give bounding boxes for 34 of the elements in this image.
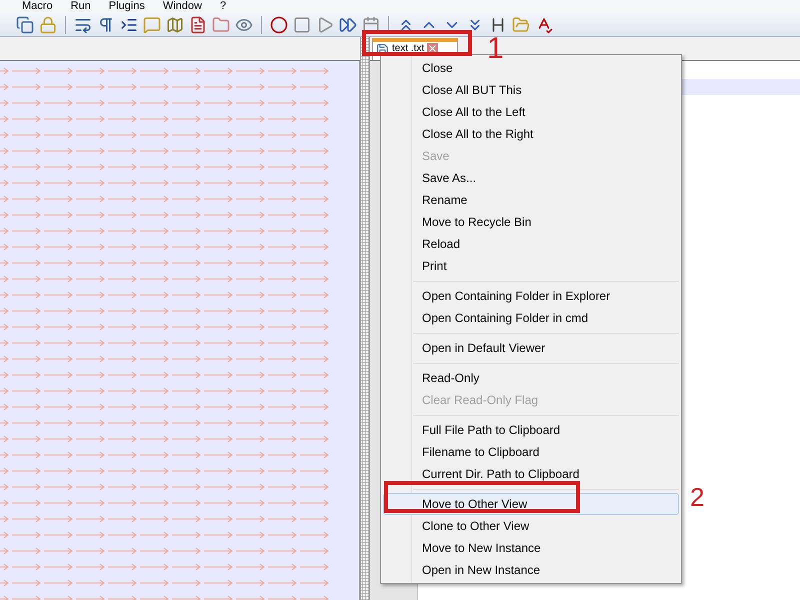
context-menu-item[interactable]: Read-Only: [383, 367, 679, 389]
fast-forward-icon[interactable]: [339, 16, 357, 34]
record-icon[interactable]: [270, 16, 288, 34]
window-copy-icon[interactable]: [16, 16, 34, 34]
context-menu-item[interactable]: Open in New Instance: [383, 559, 679, 581]
context-menu-item[interactable]: Close All BUT This: [383, 79, 679, 101]
context-menu-item[interactable]: Open Containing Folder in Explorer: [383, 285, 679, 307]
context-menu-item[interactable]: Open Containing Folder in cmd: [383, 307, 679, 329]
annotation-number: 2: [690, 484, 704, 510]
play-icon[interactable]: [316, 16, 334, 34]
folder-icon[interactable]: [212, 16, 230, 34]
context-menu-item[interactable]: Full File Path to Clipboard: [383, 419, 679, 441]
context-menu-item[interactable]: Save As...: [383, 167, 679, 189]
context-menu-item[interactable]: Move to Recycle Bin: [383, 211, 679, 233]
map-icon[interactable]: [166, 16, 184, 34]
context-menu-item[interactable]: Print: [383, 255, 679, 277]
context-menu-item[interactable]: Close All to the Left: [383, 101, 679, 123]
context-menu-item[interactable]: Current Dir. Path to Clipboard: [383, 463, 679, 485]
menu-item[interactable]: ?: [220, 1, 226, 12]
context-menu-item[interactable]: Reload: [383, 233, 679, 255]
menu-item[interactable]: Window: [162, 1, 202, 12]
context-menu-item[interactable]: Open in Default Viewer: [383, 337, 679, 359]
menu-item[interactable]: Macro: [22, 1, 53, 12]
context-menu-item[interactable]: Filename to Clipboard: [383, 441, 679, 463]
stop-icon[interactable]: [293, 16, 311, 34]
menu-item[interactable]: Plugins: [108, 1, 145, 12]
context-menu-item[interactable]: Rename: [383, 189, 679, 211]
tab-title: text .txt: [392, 43, 424, 54]
pilcrow-icon[interactable]: [97, 16, 115, 34]
context-menu-item[interactable]: Close All to the Right: [383, 123, 679, 145]
document-icon[interactable]: [189, 16, 207, 34]
menu-item[interactable]: Run: [70, 1, 91, 12]
context-menu-item[interactable]: Move to New Instance: [383, 537, 679, 559]
context-menu-item[interactable]: Clone to Other View: [383, 515, 679, 537]
